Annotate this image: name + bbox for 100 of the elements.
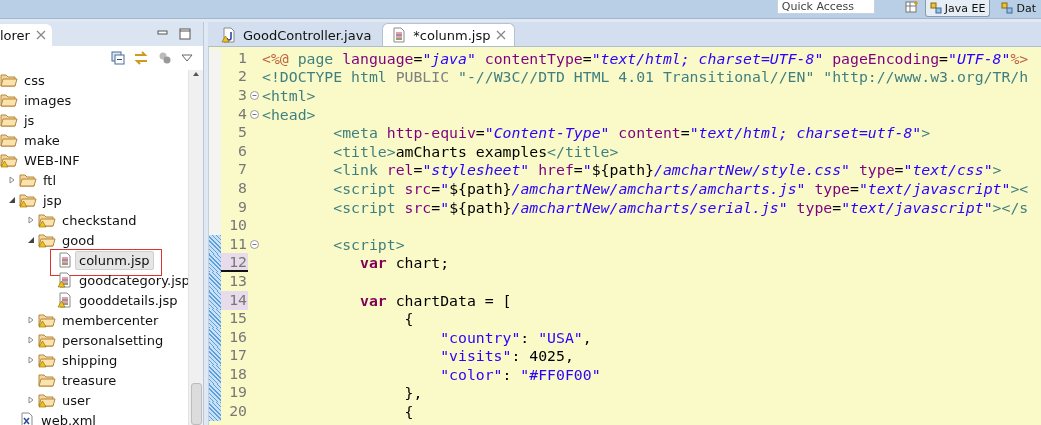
- folder-icon: [0, 92, 18, 108]
- perspective-icon: [1001, 2, 1014, 14]
- java-file-icon: [221, 27, 237, 43]
- code-line: "visits": 4025,: [439, 347, 574, 365]
- expanded-arrow-icon[interactable]: [8, 196, 16, 204]
- collapsed-arrow-icon[interactable]: [27, 336, 35, 344]
- collapsed-arrow-icon[interactable]: [27, 316, 35, 324]
- code-line: <script>: [332, 235, 405, 253]
- code-line: <script src="${path}/amchartNew/amcharts/serial.js" type="text/javascript"></s: [332, 198, 1029, 216]
- folder-warning-icon: [38, 212, 56, 228]
- line-number: 18: [228, 364, 248, 384]
- collapsed-arrow-icon[interactable]: [27, 356, 35, 364]
- tree-item[interactable]: web.xml: [37, 410, 100, 425]
- line-number: 6: [237, 141, 248, 161]
- code-line: {: [403, 310, 414, 328]
- tree-item[interactable]: css: [20, 70, 49, 90]
- link-arrows-icon[interactable]: [133, 51, 149, 65]
- maximize-icon[interactable]: [179, 28, 191, 40]
- file-icon: [57, 252, 73, 268]
- tree-item[interactable]: gooddetails.jsp: [75, 290, 182, 310]
- line-number: 11: [228, 234, 248, 254]
- tree-item[interactable]: js: [20, 110, 39, 130]
- code-line: <link rel="stylesheet" href="${path}/amchartNew/style.css" type="text/css">: [332, 161, 1002, 179]
- perspective-button[interactable]: Java EE: [924, 0, 991, 17]
- tree-item[interactable]: images: [20, 90, 76, 110]
- folder-warning-icon: [38, 332, 56, 348]
- code-line: var chart;: [359, 254, 450, 272]
- tree-item[interactable]: checkstand: [58, 210, 141, 230]
- collapse-icon[interactable]: [249, 109, 259, 119]
- gears-icon[interactable]: [157, 51, 173, 65]
- folder-warning-icon: [0, 152, 18, 168]
- line-number: 15: [228, 309, 248, 329]
- line-number: 10: [228, 216, 248, 236]
- code-line: {: [403, 403, 414, 421]
- collapsed-arrow-icon[interactable]: [27, 396, 35, 404]
- collapse-icon[interactable]: [249, 91, 259, 100]
- line-number: 19: [228, 383, 248, 403]
- file-warning-icon: [57, 272, 73, 288]
- tree-item[interactable]: WEB-INF: [20, 150, 84, 170]
- scroll-up-icon[interactable]: [192, 70, 200, 78]
- line-number: 14: [221, 290, 248, 310]
- line-number: 3: [237, 86, 248, 105]
- editor-tab[interactable]: GoodController.java: [212, 23, 381, 46]
- folder-warning-icon: [38, 312, 56, 328]
- line-number: 5: [237, 123, 248, 143]
- code-line: <title>amCharts examples</title>: [332, 142, 619, 160]
- folder-warning-icon: [19, 192, 37, 208]
- code-line: <script src="${path}/amchartNew/amcharts/amcharts.js" type="text/javascript"><: [332, 179, 1029, 197]
- line-number: 8: [237, 178, 248, 198]
- collapse-all-icon[interactable]: [111, 51, 125, 65]
- tree-item[interactable]: good: [58, 230, 99, 250]
- tree-item[interactable]: colunm.jsp: [75, 250, 154, 270]
- line-number: 17: [228, 346, 248, 366]
- open-perspective-icon[interactable]: [904, 0, 919, 14]
- file-warning-icon: [57, 292, 73, 308]
- tree-item[interactable]: treasure: [58, 370, 121, 390]
- tree-item[interactable]: jsp: [39, 190, 66, 210]
- code-line: "country": "USA",: [439, 328, 592, 346]
- folder-icon: [0, 72, 18, 88]
- line-number: 20: [228, 402, 248, 422]
- folder-warning-icon: [38, 352, 56, 368]
- line-number: 9: [237, 197, 248, 217]
- folder-icon: [0, 112, 18, 128]
- close-icon[interactable]: [35, 30, 46, 40]
- view-menu-icon[interactable]: [181, 53, 193, 63]
- tree-item[interactable]: ftl: [39, 170, 61, 190]
- tree-item[interactable]: membercenter: [58, 310, 163, 330]
- code-line: "color": "#FF0F00": [439, 365, 601, 383]
- tree-item[interactable]: user: [58, 390, 95, 410]
- line-number: 13: [228, 271, 248, 291]
- line-number: 16: [228, 327, 248, 347]
- collapsed-arrow-icon[interactable]: [8, 176, 16, 184]
- tree-item[interactable]: make: [20, 130, 64, 150]
- folder-icon: [0, 132, 18, 148]
- explorer-tab[interactable]: lorer: [0, 24, 52, 46]
- folder-icon: [19, 172, 37, 188]
- code-line: },: [403, 384, 423, 402]
- code-line: <!DOCTYPE html PUBLIC "-//W3C//DTD HTML 4.01 Transitional//EN" "http://www.w3.org/TR/h: [262, 68, 1029, 86]
- perspective-button[interactable]: Dat: [996, 0, 1041, 17]
- folder-warning-icon: [38, 232, 56, 248]
- folder-warning-icon: [38, 392, 56, 408]
- tree-item[interactable]: personalsetting: [58, 330, 168, 350]
- scrollbar-thumb[interactable]: [190, 383, 202, 425]
- collapse-icon[interactable]: [249, 239, 259, 249]
- expanded-arrow-icon[interactable]: [27, 236, 35, 244]
- perspective-icon: [929, 2, 942, 14]
- tree-item[interactable]: shipping: [58, 350, 122, 370]
- line-number: 1: [237, 48, 248, 68]
- code-line: var chartData = [: [359, 291, 512, 309]
- code-line: <head>: [262, 105, 316, 123]
- line-number: 2: [237, 67, 248, 87]
- code-line: <%@ page language="java" contentType="text/html; charset=UTF-8" pageEncoding="UTF-8"%>: [262, 49, 1029, 67]
- line-number: 7: [237, 160, 248, 180]
- line-number: 4: [237, 104, 248, 124]
- close-icon[interactable]: [496, 30, 507, 40]
- quick-access-field[interactable]: Quick Access: [776, 0, 875, 14]
- collapsed-arrow-icon[interactable]: [27, 216, 35, 224]
- editor-tab[interactable]: *colunm.jsp: [382, 23, 516, 46]
- file-icon: [391, 27, 408, 43]
- code-line: <meta http-equiv="Content-Type" content="text/html; charset=utf-8">: [332, 124, 931, 142]
